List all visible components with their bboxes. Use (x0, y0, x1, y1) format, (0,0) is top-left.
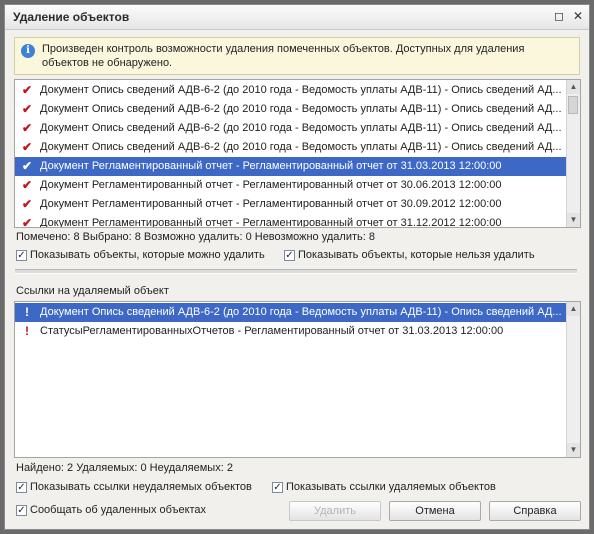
refs-scrollbar[interactable]: ▲ ▼ (566, 302, 580, 457)
show-nondeletable-refs-checkbox[interactable]: ✓ Показывать ссылки неудаляемых объектов (16, 481, 252, 493)
object-row[interactable]: ✔ Документ Регламентированный отчет - Рег… (15, 176, 568, 195)
reference-row[interactable]: ! СтатусыРегламентированныхОтчетов - Регл… (15, 322, 568, 341)
object-row[interactable]: ✔ Документ Опись сведений АДВ-6-2 (до 201… (15, 81, 568, 100)
refs-list[interactable]: ! Документ Опись сведений АДВ-6-2 (до 201… (14, 301, 581, 458)
row-label: Документ Регламентированный отчет - Регл… (40, 179, 502, 191)
checkmark-icon: ✔ (21, 121, 33, 135)
checkbox-box[interactable]: ✓ (272, 481, 283, 493)
objects-list[interactable]: ✔ Документ Опись сведений АДВ-6-2 (до 201… (14, 79, 581, 228)
window-title: Удаление объектов (13, 10, 130, 24)
scroll-down-button[interactable]: ▼ (567, 213, 580, 227)
scroll-down-button[interactable]: ▼ (567, 443, 580, 457)
delete-objects-window: Удаление объектов ◻ ✕ i Произведен контр… (4, 4, 590, 530)
info-icon: i (21, 44, 35, 58)
checkbox-box[interactable]: ✓ (284, 249, 295, 261)
row-label: Документ Регламентированный отчет - Регл… (40, 198, 502, 210)
cancel-button[interactable]: Отмена (389, 501, 481, 521)
object-row[interactable]: ✔ Документ Опись сведений АДВ-6-2 (до 201… (15, 100, 568, 119)
objects-scrollbar[interactable]: ▲ ▼ (566, 80, 580, 227)
checkbox-box[interactable]: ✓ (16, 481, 27, 493)
row-label: Документ Опись сведений АДВ-6-2 (до 2010… (40, 103, 562, 115)
scroll-up-button[interactable]: ▲ (567, 80, 580, 94)
checkmark-icon: ✔ (21, 159, 33, 173)
checkmark-icon: ✔ (21, 140, 33, 154)
show-deletable-refs-checkbox[interactable]: ✓ Показывать ссылки удаляемых объектов (272, 481, 496, 493)
row-label: Документ Регламентированный отчет - Регл… (40, 160, 502, 172)
checkbox-box[interactable]: ✓ (16, 504, 27, 516)
delete-button[interactable]: Удалить (289, 501, 381, 521)
checkbox-label: Показывать ссылки неудаляемых объектов (30, 481, 252, 493)
row-label: СтатусыРегламентированныхОтчетов - Регла… (40, 325, 504, 337)
checkbox-box[interactable]: ✓ (16, 249, 27, 261)
maximize-button[interactable]: ◻ (551, 9, 567, 24)
object-row[interactable]: ✔ Документ Регламентированный отчет - Рег… (15, 157, 568, 176)
object-row[interactable]: ✔ Документ Регламентированный отчет - Рег… (15, 214, 568, 228)
checkmark-icon: ✔ (21, 102, 33, 116)
row-label: Документ Регламентированный отчет - Регл… (40, 217, 502, 228)
show-deletable-checkbox[interactable]: ✓ Показывать объекты, которые можно удал… (16, 249, 265, 261)
refs-stats: Найдено: 2 Удаляемых: 0 Неудаляемых: 2 (16, 462, 233, 474)
info-panel: i Произведен контроль возможности удален… (14, 37, 580, 75)
checkmark-icon: ✔ (21, 178, 33, 192)
checkbox-label: Показывать объекты, которые можно удалит… (30, 249, 265, 261)
checkmark-icon: ✔ (21, 216, 33, 228)
object-row[interactable]: ✔ Документ Регламентированный отчет - Рег… (15, 195, 568, 214)
title-bar: Удаление объектов ◻ ✕ (5, 5, 589, 30)
refs-title: Ссылки на удаляемый объект (16, 285, 169, 297)
checkmark-icon: ✔ (21, 197, 33, 211)
row-label: Документ Опись сведений АДВ-6-2 (до 2010… (40, 141, 562, 153)
reference-row[interactable]: ! Документ Опись сведений АДВ-6-2 (до 201… (15, 303, 568, 322)
scroll-up-button[interactable]: ▲ (567, 302, 580, 316)
show-nondeletable-checkbox[interactable]: ✓ Показывать объекты, которые нельзя уда… (284, 249, 535, 261)
close-button[interactable]: ✕ (570, 9, 586, 24)
exclamation-icon: ! (25, 324, 29, 338)
help-button[interactable]: Справка (489, 501, 581, 521)
checkbox-label: Показывать объекты, которые нельзя удали… (298, 249, 535, 261)
row-label: Документ Опись сведений АДВ-6-2 (до 2010… (40, 306, 562, 318)
scroll-thumb[interactable] (568, 96, 578, 114)
report-deleted-checkbox[interactable]: ✓ Сообщать об удаленных объектах (16, 504, 206, 516)
object-row[interactable]: ✔ Документ Опись сведений АДВ-6-2 (до 201… (15, 138, 568, 157)
row-label: Документ Опись сведений АДВ-6-2 (до 2010… (40, 84, 562, 96)
object-row[interactable]: ✔ Документ Опись сведений АДВ-6-2 (до 201… (15, 119, 568, 138)
objects-stats: Помечено: 8 Выбрано: 8 Возможно удалить:… (16, 231, 375, 243)
exclamation-icon: ! (25, 305, 29, 319)
row-label: Документ Опись сведений АДВ-6-2 (до 2010… (40, 122, 562, 134)
info-text: Произведен контроль возможности удаления… (42, 43, 525, 69)
checkmark-icon: ✔ (21, 83, 33, 97)
checkbox-label: Сообщать об удаленных объектах (30, 504, 207, 516)
checkbox-label: Показывать ссылки удаляемых объектов (286, 481, 496, 493)
splitter[interactable] (15, 269, 577, 274)
